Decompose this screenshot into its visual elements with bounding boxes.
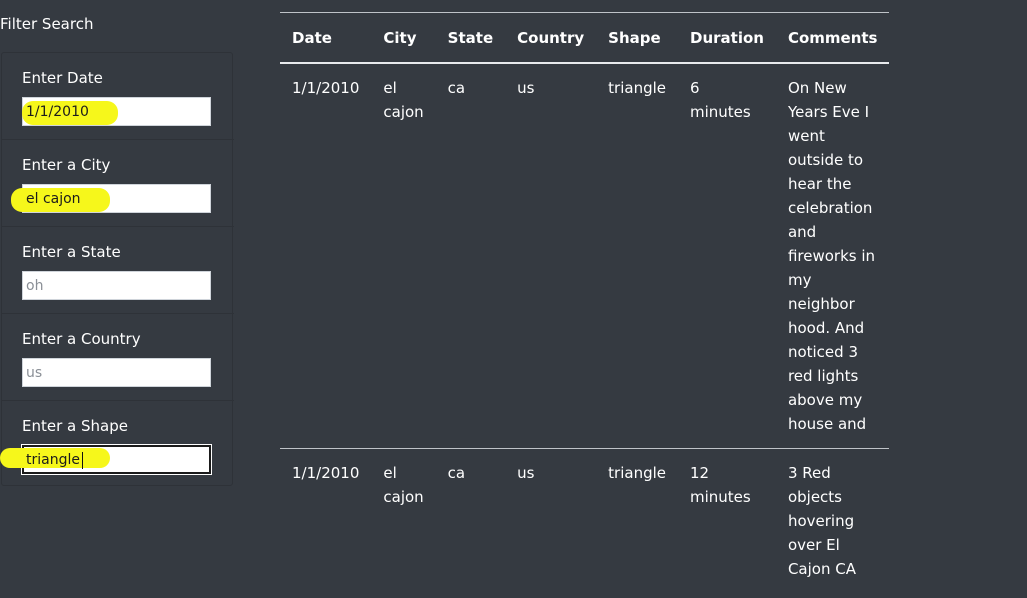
cell-state: ca [435, 448, 506, 593]
city-input[interactable] [22, 184, 211, 213]
header-state: State [435, 12, 506, 64]
cell-country: us [505, 448, 597, 593]
cell-country: us [517, 79, 535, 97]
table-row: 1/1/2010 el cajon ca us triangle 12 minu… [280, 448, 890, 593]
date-input[interactable] [22, 97, 211, 126]
filter-group-shape: Enter a Shape triangle [0, 401, 234, 488]
cell-duration: 6 minutes [690, 79, 751, 121]
filter-search-title: Filter Search [0, 15, 94, 33]
state-input[interactable] [22, 271, 211, 300]
cell-state: ca [447, 79, 466, 97]
country-label: Enter a Country [22, 330, 141, 348]
cell-shape: triangle [608, 79, 666, 97]
header-date: Date [280, 12, 372, 64]
cell-duration: 12 minutes [678, 448, 776, 593]
table-row: 1/1/2010 el cajon ca us triangle 6 minut… [280, 63, 889, 449]
shape-label: Enter a Shape [22, 417, 128, 435]
header-city: City [371, 12, 436, 64]
header-shape: Shape [596, 12, 678, 64]
filter-group-state: Enter a State [2, 227, 234, 314]
cell-comments: 3 Red objects hovering over El Cajon CA [775, 448, 890, 593]
header-duration: Duration [678, 12, 776, 64]
header-comments: Comments [775, 12, 890, 64]
cell-city: el cajon [383, 79, 424, 121]
cell-date: 1/1/2010 [280, 448, 372, 593]
text-cursor [82, 452, 83, 469]
filter-group-date: Enter Date 1/1/2010 [2, 53, 234, 140]
sightings-table-container: Date City State Country Shape Duration C… [280, 12, 890, 593]
country-input[interactable] [22, 358, 211, 387]
cell-comments: On New Years Eve I went outside to hear … [787, 79, 876, 433]
header-country: Country [505, 12, 597, 64]
table-header-row: Date City State Country Shape Duration C… [280, 12, 890, 64]
cell-city: el cajon [371, 448, 436, 593]
date-label: Enter Date [22, 69, 103, 87]
filter-group-city: Enter a City el cajon [2, 140, 234, 227]
ufo-sightings-page: Filter Search Enter Date 1/1/2010 Enter … [0, 0, 1027, 598]
sightings-table: Date City State Country Shape Duration C… [280, 12, 890, 593]
filter-panel: Enter Date 1/1/2010 Enter a City el cajo… [0, 52, 234, 488]
shape-input[interactable] [22, 445, 211, 474]
filter-group-country: Enter a Country [2, 314, 234, 401]
table-header: Date City State Country Shape Duration C… [280, 12, 890, 64]
state-label: Enter a State [22, 243, 121, 261]
city-label: Enter a City [22, 156, 111, 174]
table-body: 1/1/2010 el cajon ca us triangle 6 minut… [280, 63, 890, 593]
cell-date: 1/1/2010 [292, 79, 360, 97]
cell-shape: triangle [596, 448, 678, 593]
